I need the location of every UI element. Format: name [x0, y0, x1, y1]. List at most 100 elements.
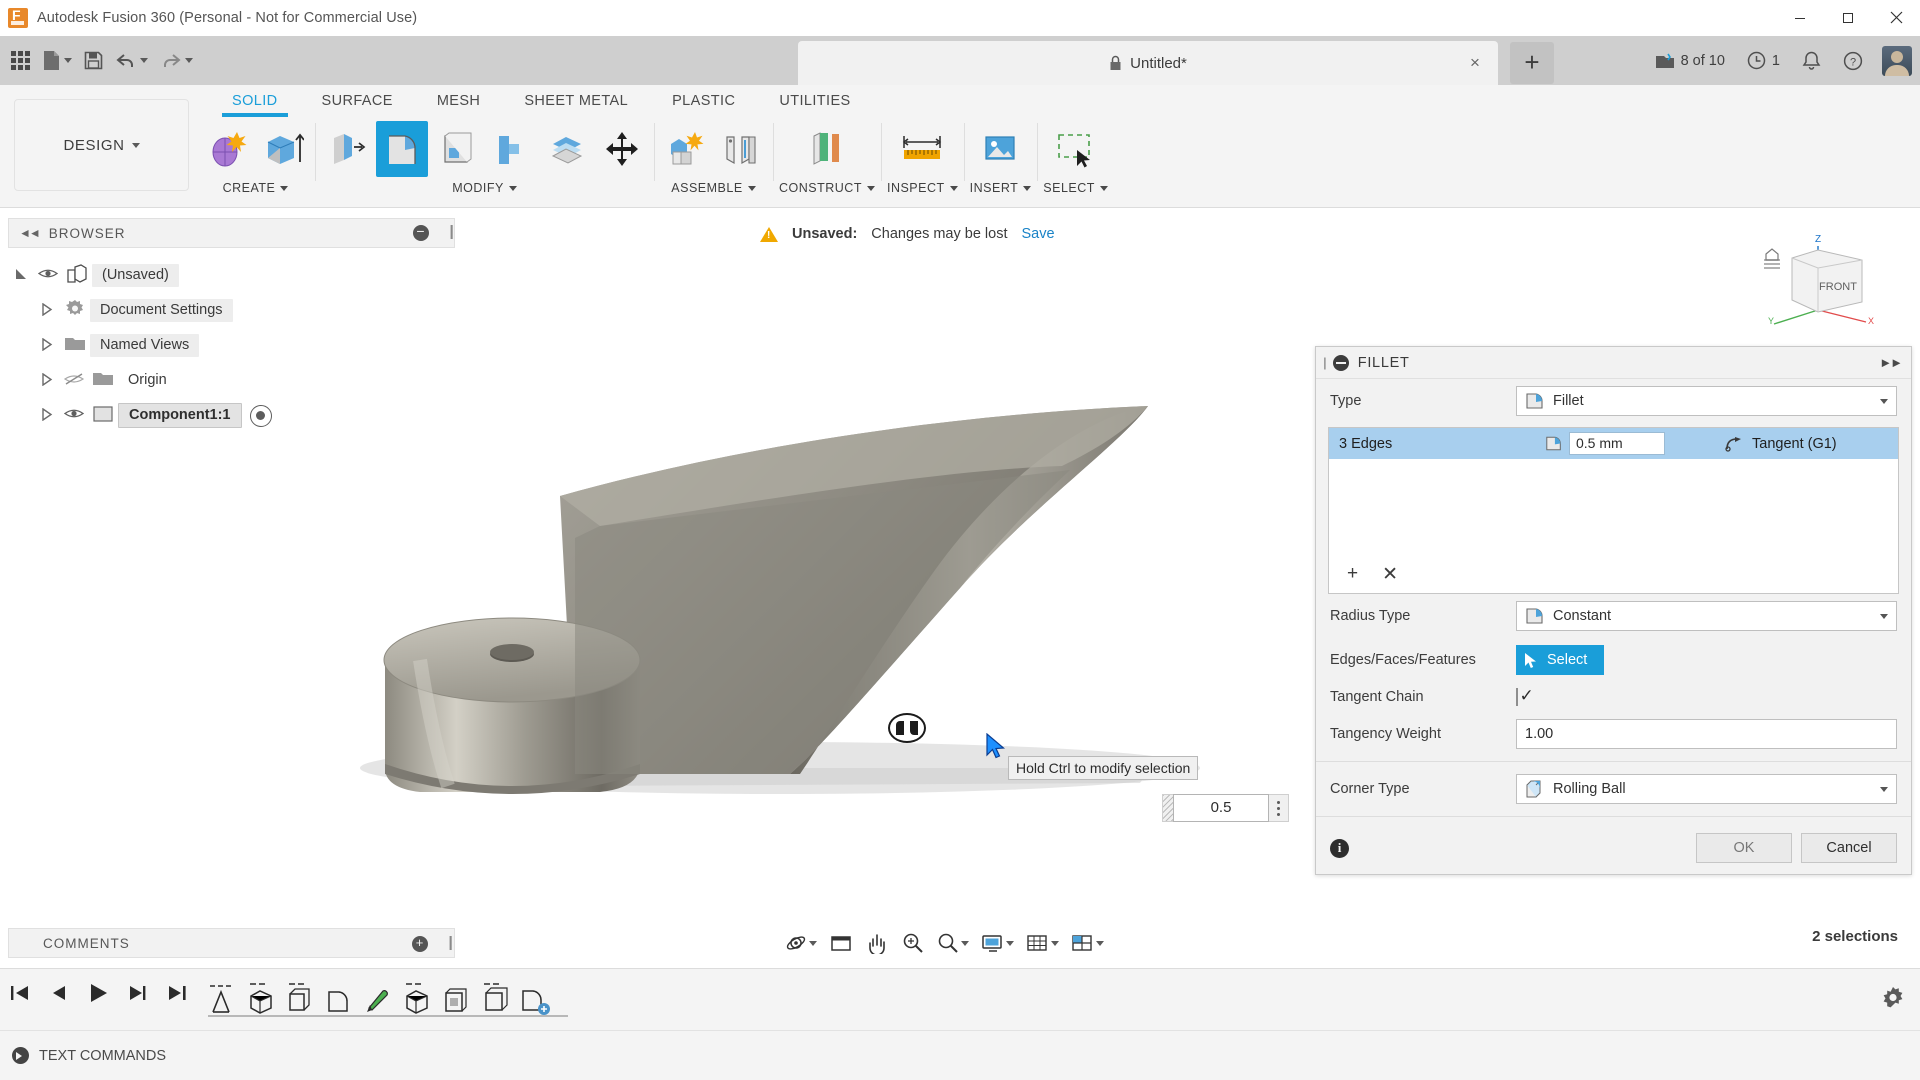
tree-node-named-views[interactable]: Named Views [8, 328, 455, 363]
ribbon-group-label-modify[interactable]: MODIFY [452, 181, 517, 195]
new-component-icon[interactable] [660, 121, 712, 177]
press-pull-icon[interactable] [321, 121, 373, 177]
skip-end-icon[interactable] [166, 982, 190, 1009]
comments-resize-grip[interactable]: || [448, 934, 452, 951]
redo-icon[interactable] [155, 44, 198, 78]
orbit-icon[interactable] [782, 928, 820, 958]
maximize-icon[interactable] [1824, 0, 1872, 36]
chevron-down-icon[interactable] [1096, 940, 1104, 946]
chevron-down-icon[interactable] [1880, 398, 1888, 404]
expand-arrow-icon[interactable] [34, 372, 60, 389]
panel-resize-grip[interactable]: || [449, 223, 453, 240]
add-comment-icon[interactable]: + [412, 936, 428, 952]
visibility-eye-off-icon[interactable] [60, 372, 88, 390]
create-sketch-icon[interactable] [202, 121, 254, 177]
type-dropdown[interactable]: Fillet [1516, 386, 1897, 416]
viewports-icon[interactable] [1068, 928, 1107, 958]
tab-solid[interactable]: SOLID [210, 89, 300, 117]
expand-right-icon[interactable]: ►► [1879, 355, 1903, 370]
activate-component-icon[interactable] [249, 404, 272, 427]
timeline-track[interactable] [208, 1015, 568, 1017]
fillet-icon[interactable] [376, 121, 428, 177]
tangent-chain-checkbox[interactable] [1516, 688, 1518, 706]
ribbon-group-label-assemble[interactable]: ASSEMBLE [671, 181, 756, 195]
draft-icon[interactable] [486, 121, 538, 177]
extrude-icon[interactable] [257, 121, 309, 177]
text-commands-bar[interactable]: TEXT COMMANDS [0, 1030, 1920, 1080]
select-button[interactable]: Select [1516, 645, 1604, 675]
workspace-switcher[interactable]: DESIGN [14, 99, 189, 191]
ribbon-group-label-inspect[interactable]: INSPECT [887, 181, 958, 195]
new-file-icon[interactable] [37, 44, 77, 78]
tab-sheet-metal[interactable]: SHEET METAL [502, 89, 650, 117]
ribbon-group-label-select[interactable]: SELECT [1043, 181, 1108, 195]
tree-node-component1[interactable]: Component1:1 [8, 398, 455, 433]
edge-continuity-group[interactable]: Tangent (G1) [1725, 436, 1837, 452]
comments-panel[interactable]: COMMENTS + || [8, 928, 455, 958]
collapse-left-icon[interactable]: ◄◄ [19, 226, 41, 240]
skip-start-icon[interactable] [8, 982, 32, 1009]
chevron-down-icon[interactable] [1051, 940, 1059, 946]
cancel-button[interactable]: Cancel [1801, 833, 1897, 863]
measure-icon[interactable] [896, 121, 948, 177]
radius-options-icon[interactable] [1269, 794, 1289, 822]
close-icon[interactable] [1872, 0, 1920, 36]
close-tab-icon[interactable]: × [1466, 54, 1484, 72]
undo-icon[interactable] [110, 44, 153, 78]
collapse-dialog-icon[interactable] [1332, 354, 1349, 371]
text-commands-icon[interactable] [12, 1047, 29, 1064]
expand-arrow-icon[interactable] [8, 267, 34, 284]
move-copy-icon[interactable] [596, 121, 648, 177]
save-icon[interactable] [79, 44, 108, 78]
expand-arrow-icon[interactable] [34, 337, 60, 354]
ok-button[interactable]: OK [1696, 833, 1792, 863]
play-icon[interactable] [86, 981, 110, 1010]
insert-image-icon[interactable] [974, 121, 1026, 177]
browser-options-icon[interactable]: − [413, 224, 429, 241]
expand-arrow-icon[interactable] [34, 302, 60, 319]
expand-arrow-icon[interactable] [34, 407, 60, 424]
look-at-icon[interactable] [826, 928, 856, 958]
save-link[interactable]: Save [1022, 226, 1055, 242]
visibility-eye-icon[interactable] [34, 267, 62, 284]
history-button[interactable]: 1 [1738, 44, 1789, 78]
tab-utilities[interactable]: UTILITIES [757, 89, 872, 117]
chevron-down-icon[interactable] [961, 940, 969, 946]
timeline-settings-gear-icon[interactable] [1880, 985, 1906, 1016]
shell-icon[interactable] [431, 121, 483, 177]
edge-radius-input[interactable]: 0.5 mm [1569, 432, 1665, 455]
tab-mesh[interactable]: MESH [415, 89, 503, 117]
joint-icon[interactable] [715, 121, 767, 177]
ribbon-group-label-create[interactable]: CREATE [223, 181, 289, 195]
ribbon-group-label-insert[interactable]: INSERT [970, 181, 1032, 195]
tree-node-unsaved[interactable]: (Unsaved) [8, 258, 455, 293]
tangency-weight-input[interactable]: 1.00 [1516, 719, 1897, 749]
edge-selection-row[interactable]: 3 Edges 0.5 mm Tangent (G1) [1329, 428, 1898, 459]
remove-selection-button[interactable]: ✕ [1382, 563, 1398, 586]
tab-surface[interactable]: SURFACE [300, 89, 415, 117]
step-back-icon[interactable] [48, 982, 70, 1009]
chevron-down-icon[interactable] [809, 940, 817, 946]
tree-node-origin[interactable]: Origin [8, 363, 455, 398]
display-settings-icon[interactable] [978, 928, 1017, 958]
view-cube[interactable]: Z Y X FRONT [1758, 232, 1878, 328]
fillet-dialog-titlebar[interactable]: || FILLET ►► [1316, 347, 1911, 379]
pan-icon[interactable] [862, 928, 892, 958]
radius-value-input[interactable]: 0.5 [1173, 794, 1269, 822]
tab-plastic[interactable]: PLASTIC [650, 89, 757, 117]
corner-type-dropdown[interactable]: Rolling Ball [1516, 774, 1897, 804]
offset-plane-icon[interactable] [801, 121, 853, 177]
dialog-drag-grip[interactable]: || [1323, 355, 1326, 370]
chevron-down-icon[interactable] [1880, 613, 1888, 619]
grid-snaps-icon[interactable] [1023, 928, 1062, 958]
step-forward-icon[interactable] [126, 982, 150, 1009]
chevron-down-icon[interactable] [1880, 786, 1888, 792]
jobs-status-button[interactable]: 8 of 10 [1646, 44, 1734, 78]
ribbon-group-label-construct[interactable]: CONSTRUCT [779, 181, 875, 195]
scale-icon[interactable] [541, 121, 593, 177]
new-tab-button[interactable]: + [1510, 42, 1554, 84]
tree-node-document-settings[interactable]: Document Settings [8, 293, 455, 328]
chevron-down-icon[interactable] [1006, 940, 1014, 946]
notifications-button[interactable] [1793, 44, 1830, 78]
minimize-icon[interactable] [1776, 0, 1824, 36]
